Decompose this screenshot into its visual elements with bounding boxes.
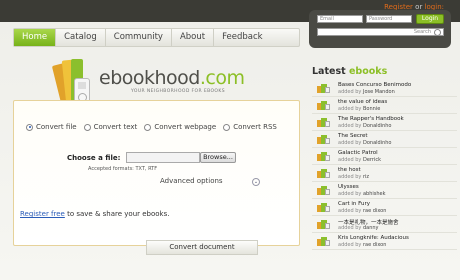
- register-prompt: Register free to save & share your ebook…: [20, 210, 169, 218]
- nav-home[interactable]: Home: [14, 29, 57, 46]
- ebook-added-by: added by Bonnie: [338, 106, 381, 112]
- nav-community[interactable]: Community: [106, 29, 172, 46]
- ebook-title[interactable]: Cart in Fury: [338, 201, 370, 207]
- list-item[interactable]: 一本是礼物，一本是施舍 added by danny: [312, 216, 457, 233]
- book-thumbnail-icon: [317, 101, 330, 110]
- file-path-field[interactable]: [126, 152, 200, 163]
- ebook-title[interactable]: The Rapper's Handbook: [338, 116, 404, 122]
- logo-tld: .com: [199, 67, 245, 89]
- mode-label: Convert file: [36, 123, 77, 131]
- mode-label: Convert text: [93, 123, 138, 131]
- list-item[interactable]: Bases Concurso Benimodo added by Jose Ma…: [312, 80, 457, 97]
- book-thumbnail-icon: [317, 135, 330, 144]
- browse-button[interactable]: Browse...: [200, 152, 236, 163]
- login-button[interactable]: Login: [416, 14, 444, 24]
- mode-convert-webpage[interactable]: Convert webpage: [144, 123, 216, 131]
- register-free-link[interactable]: Register free: [20, 210, 65, 218]
- list-item[interactable]: Kris Longknife: Audacious added by rae d…: [312, 233, 457, 250]
- ebook-added-by: added by rae dixon: [338, 208, 387, 214]
- nav-feedback[interactable]: Feedback: [214, 29, 270, 46]
- book-thumbnail-icon: [317, 220, 330, 229]
- ebook-added-by: added by riz: [338, 174, 370, 180]
- site-logo[interactable]: ebookhood.com: [99, 67, 245, 89]
- ebook-added-by: added by Donaldinho: [338, 123, 392, 129]
- mode-convert-rss[interactable]: Convert RSS: [223, 123, 277, 131]
- radio-button[interactable]: [83, 123, 91, 131]
- ebook-added-by: added by Jose Mandon: [338, 89, 395, 95]
- list-item[interactable]: Galactic Patrol added by Derrick: [312, 148, 457, 165]
- book-thumbnail-icon: [317, 118, 330, 127]
- advanced-options-link[interactable]: Advanced options: [160, 177, 223, 185]
- mode-convert-text[interactable]: Convert text: [83, 123, 138, 131]
- heading-prefix: Latest: [312, 66, 346, 77]
- radio-button[interactable]: [223, 123, 231, 131]
- logo-brand: ebookhood: [99, 67, 200, 89]
- ebook-author[interactable]: Derrick: [363, 157, 381, 163]
- ebook-title[interactable]: The Secret: [338, 133, 368, 139]
- ebook-added-by: added by Donaldinho: [338, 140, 392, 146]
- search-icon[interactable]: [434, 29, 441, 36]
- ipod-screen: [78, 82, 86, 89]
- ebook-author[interactable]: riz: [363, 174, 369, 180]
- book-thumbnail-icon: [317, 84, 330, 93]
- list-item[interactable]: the value of ideas added by Bonnie: [312, 97, 457, 114]
- ebook-author[interactable]: rae dixon: [363, 242, 386, 248]
- book-thumbnail-icon: [317, 169, 330, 178]
- mode-label: Convert RSS: [233, 123, 277, 131]
- radio-button[interactable]: [144, 123, 152, 131]
- accepted-formats: Accepted formats: TXT, RTF: [88, 166, 158, 172]
- logo-tagline: YOUR NEIGHBORHOOD FOR EBOOKS: [131, 89, 225, 94]
- nav-catalog[interactable]: Catalog: [56, 29, 106, 46]
- ebook-added-by: added by danny: [338, 225, 379, 231]
- main-nav: Home Catalog Community About Feedback: [13, 28, 300, 47]
- list-item[interactable]: the host added by riz: [312, 165, 457, 182]
- conversion-mode-group: Convert file Convert text Convert webpag…: [26, 123, 277, 131]
- heading-suffix: ebooks: [348, 66, 388, 77]
- list-item[interactable]: The Rapper's Handbook added by Donaldinh…: [312, 114, 457, 131]
- ebook-author[interactable]: danny: [363, 225, 379, 231]
- book-thumbnail-icon: [317, 203, 330, 212]
- email-field[interactable]: Email: [317, 15, 363, 23]
- list-item[interactable]: Cart in Fury added by rae dixon: [312, 199, 457, 216]
- chevron-down-icon[interactable]: ⌄: [252, 178, 260, 186]
- ebook-author[interactable]: Donaldinho: [363, 123, 392, 129]
- ebook-title[interactable]: the value of ideas: [338, 99, 387, 105]
- list-item[interactable]: Ulysses added by abhishek: [312, 182, 457, 199]
- mode-label: Convert webpage: [154, 123, 217, 131]
- password-field[interactable]: Password: [366, 15, 412, 23]
- login-panel: Email Password Login Search: [309, 10, 451, 48]
- ebook-author[interactable]: Jose Mandon: [363, 89, 395, 95]
- ebook-title[interactable]: Bases Concurso Benimodo: [338, 82, 411, 88]
- ebook-title[interactable]: Galactic Patrol: [338, 150, 378, 156]
- ebook-author[interactable]: rae dixon: [363, 208, 386, 214]
- book-thumbnail-icon: [317, 152, 330, 161]
- ebook-author[interactable]: Bonnie: [363, 106, 380, 112]
- latest-ebooks-heading: Latest ebooks: [312, 66, 387, 77]
- ebook-added-by: added by rae dixon: [338, 242, 387, 248]
- convert-document-button[interactable]: Convert document: [146, 240, 258, 255]
- radio-selected[interactable]: [26, 123, 33, 131]
- ebook-author[interactable]: abhishek: [363, 191, 386, 197]
- book-thumbnail-icon: [317, 186, 330, 195]
- list-item[interactable]: The Secret added by Donaldinho: [312, 131, 457, 148]
- search-input[interactable]: Search: [317, 28, 444, 36]
- mode-convert-file[interactable]: Convert file: [26, 123, 77, 131]
- latest-ebooks-list: Bases Concurso Benimodo added by Jose Ma…: [312, 80, 457, 250]
- book-thumbnail-icon: [317, 237, 330, 246]
- choose-file-label: Choose a file:: [67, 154, 121, 162]
- ebook-title[interactable]: Kris Longknife: Audacious: [338, 235, 409, 241]
- ebook-author[interactable]: Donaldinho: [363, 140, 392, 146]
- converter-panel: [13, 100, 300, 246]
- register-suffix: to save & share your ebooks.: [67, 210, 170, 218]
- ebook-title[interactable]: Ulysses: [338, 184, 359, 190]
- ebook-added-by: added by Derrick: [338, 157, 381, 163]
- ebook-title[interactable]: the host: [338, 167, 361, 173]
- ebook-added-by: added by abhishek: [338, 191, 386, 197]
- nav-about[interactable]: About: [172, 29, 215, 46]
